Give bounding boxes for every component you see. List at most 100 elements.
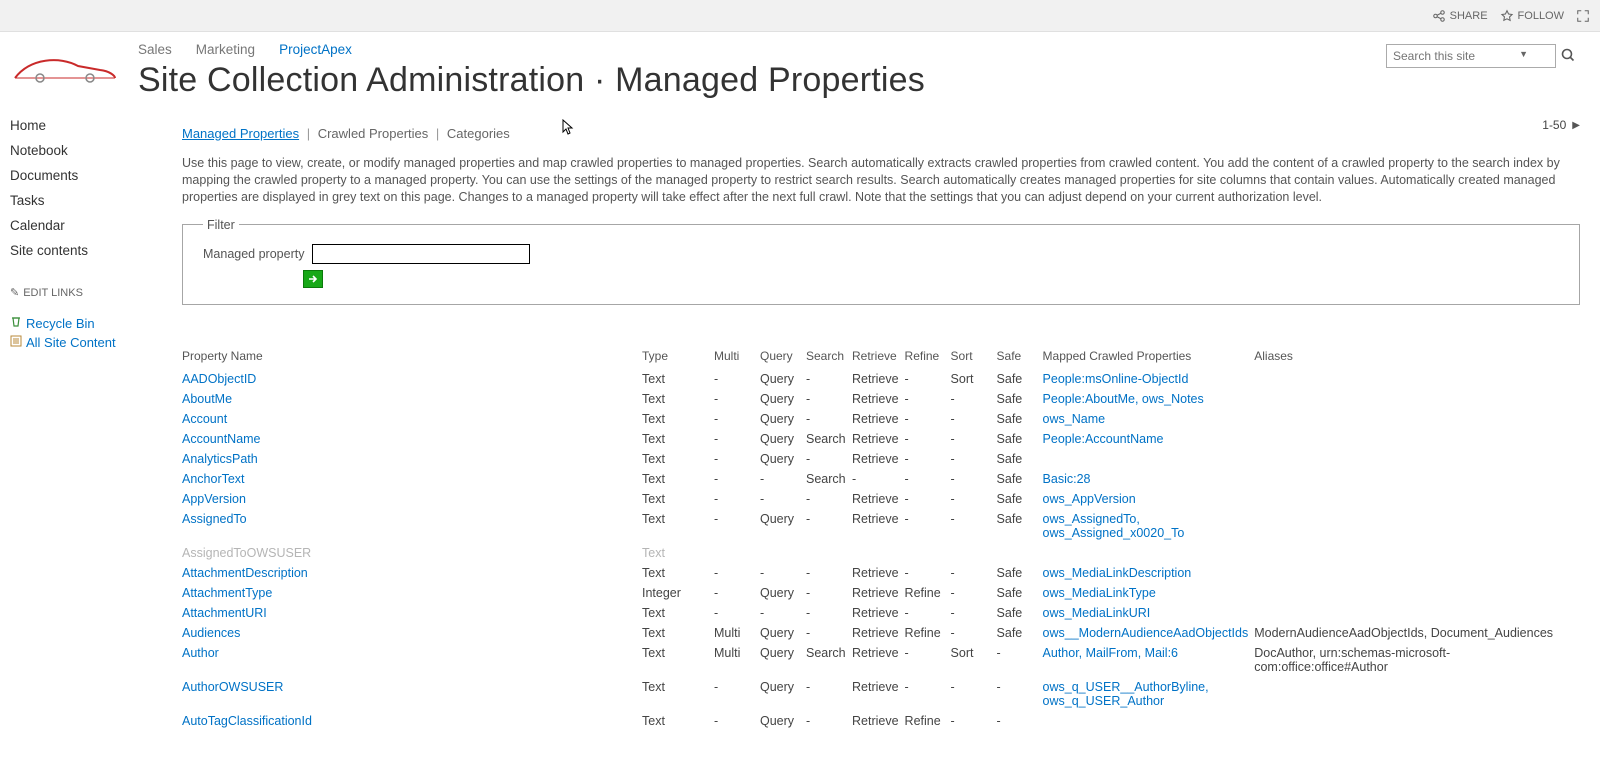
property-link[interactable]: AADObjectID (182, 372, 256, 386)
column-header[interactable]: Sort (951, 345, 997, 369)
column-header[interactable]: Retrieve (852, 345, 905, 369)
column-header[interactable]: Aliases (1254, 345, 1580, 369)
follow-action[interactable]: FOLLOW (1500, 9, 1564, 23)
search-input[interactable] (1386, 44, 1556, 68)
mapped-link[interactable]: ows_MediaLinkDescription (1043, 566, 1192, 580)
mapped-link[interactable]: ows_MediaLinkType (1043, 586, 1156, 600)
top-tab-projectapex[interactable]: ProjectApex (279, 42, 352, 57)
share-label: SHARE (1450, 10, 1488, 22)
mapped-link[interactable]: Basic:28 (1043, 472, 1091, 486)
table-row: AccountText-Query-Retrieve--Safeows_Name (182, 409, 1580, 429)
nav-item-site-contents[interactable]: Site contents (10, 238, 130, 263)
admin-links: Recycle Bin All Site Content (10, 314, 130, 352)
mapped-link[interactable]: ows_Name (1043, 412, 1106, 426)
property-link[interactable]: AboutMe (182, 392, 232, 406)
column-header[interactable]: Search (806, 345, 852, 369)
filter-go-button[interactable] (303, 270, 323, 288)
arrow-right-icon (307, 273, 319, 285)
table-row: AttachmentURIText---Retrieve--Safeows_Me… (182, 603, 1580, 623)
column-header[interactable]: Multi (714, 345, 760, 369)
top-tab-marketing[interactable]: Marketing (196, 42, 255, 57)
sub-tab-managed[interactable]: Managed Properties (182, 126, 299, 141)
admin-link-recycle-bin[interactable]: Recycle Bin (10, 316, 95, 331)
table-row: AuthorOWSUSERText-Query-Retrieve---ows_q… (182, 677, 1580, 711)
table-row: AnalyticsPathText-Query-Retrieve--Safe (182, 449, 1580, 469)
property-link[interactable]: AttachmentDescription (182, 566, 308, 580)
nav-item-documents[interactable]: Documents (10, 163, 130, 188)
filter-legend: Filter (203, 218, 239, 232)
fullscreen-icon (1576, 9, 1590, 23)
mapped-link[interactable]: ows_q_USER__AuthorByline, ows_q_USER_Aut… (1043, 680, 1209, 708)
column-header[interactable]: Query (760, 345, 806, 369)
table-row: AppVersionText---Retrieve--Safeows_AppVe… (182, 489, 1580, 509)
table-row: AssignedToText-Query-Retrieve--Safeows_A… (182, 509, 1580, 543)
pager-range: 1-50 (1542, 118, 1566, 132)
column-header[interactable]: Safe (997, 345, 1043, 369)
mapped-link[interactable]: ows_AppVersion (1043, 492, 1136, 506)
intro-text: Use this page to view, create, or modify… (182, 155, 1580, 206)
search-scope-dropdown[interactable]: ▼ (1519, 49, 1528, 59)
property-link[interactable]: AutoTagClassificationId (182, 714, 312, 728)
property-link[interactable]: AssignedToOWSUSER (182, 546, 311, 560)
nav-item-notebook[interactable]: Notebook (10, 138, 130, 163)
cursor-indicator (559, 119, 575, 142)
star-icon (1500, 9, 1514, 23)
property-link[interactable]: Author (182, 646, 219, 660)
sub-tab-categories[interactable]: Categories (447, 126, 510, 141)
nav-item-tasks[interactable]: Tasks (10, 188, 130, 213)
property-link[interactable]: AttachmentType (182, 586, 272, 600)
mapped-link[interactable]: People:AccountName (1043, 432, 1164, 446)
ribbon-bar: SHARE FOLLOW (0, 0, 1600, 32)
admin-link-all-site-content[interactable]: All Site Content (10, 335, 116, 350)
mapped-link[interactable]: People:msOnline-ObjectId (1043, 372, 1189, 386)
mapped-link[interactable]: ows_AssignedTo, ows_Assigned_x0020_To (1043, 512, 1185, 540)
recycle-icon (10, 316, 22, 331)
column-header[interactable]: Mapped Crawled Properties (1043, 345, 1255, 369)
table-row: AutoTagClassificationIdText-Query-Retrie… (182, 711, 1580, 731)
car-logo-icon (10, 48, 120, 88)
table-row: AADObjectIDText-Query-Retrieve-SortSafeP… (182, 369, 1580, 389)
list-icon (10, 335, 22, 350)
mapped-link[interactable]: People:AboutMe, ows_Notes (1043, 392, 1204, 406)
site-search: ▼ (1386, 44, 1576, 68)
pager-next[interactable]: ▶ (1572, 120, 1580, 131)
column-header[interactable]: Refine (905, 345, 951, 369)
site-logo[interactable] (10, 40, 120, 95)
search-go-button[interactable] (1560, 47, 1576, 66)
sub-tab-crawled[interactable]: Crawled Properties (318, 126, 429, 141)
property-link[interactable]: AssignedTo (182, 512, 247, 526)
filter-input[interactable] (312, 244, 530, 264)
nav-item-calendar[interactable]: Calendar (10, 213, 130, 238)
managed-properties-table: Property NameTypeMultiQuerySearchRetriev… (182, 345, 1580, 731)
mapped-link[interactable]: ows_MediaLinkURI (1043, 606, 1151, 620)
table-row: AuthorTextMultiQuerySearchRetrieve-Sort-… (182, 643, 1580, 677)
table-row: AccountNameText-QuerySearchRetrieve--Saf… (182, 429, 1580, 449)
table-row: AnchorTextText--Search---SafeBasic:28 (182, 469, 1580, 489)
property-link[interactable]: AnalyticsPath (182, 452, 258, 466)
schema-sub-tabs: Managed Properties | Crawled Properties … (182, 126, 513, 141)
mapped-link[interactable]: ows__ModernAudienceAadObjectIds (1043, 626, 1249, 640)
column-header[interactable]: Property Name (182, 345, 642, 369)
property-link[interactable]: AccountName (182, 432, 261, 446)
edit-links[interactable]: EDIT LINKS (10, 281, 130, 304)
table-row: AboutMeText-Query-Retrieve--SafePeople:A… (182, 389, 1580, 409)
nav-item-home[interactable]: Home (10, 113, 130, 138)
table-header-row: Property NameTypeMultiQuerySearchRetriev… (182, 345, 1580, 369)
pager: 1-50 ▶ (1542, 118, 1580, 132)
share-icon (1432, 9, 1446, 23)
property-link[interactable]: AppVersion (182, 492, 246, 506)
top-tab-sales[interactable]: Sales (138, 42, 172, 57)
table-row: AttachmentDescriptionText---Retrieve--Sa… (182, 563, 1580, 583)
share-action[interactable]: SHARE (1432, 9, 1488, 23)
property-link[interactable]: Account (182, 412, 227, 426)
table-row: AttachmentTypeInteger-Query-RetrieveRefi… (182, 583, 1580, 603)
column-header[interactable]: Type (642, 345, 714, 369)
table-row: AudiencesTextMultiQuery-RetrieveRefine-S… (182, 623, 1580, 643)
mapped-link[interactable]: Author, MailFrom, Mail:6 (1043, 646, 1178, 660)
property-link[interactable]: AuthorOWSUSER (182, 680, 283, 694)
filter-label: Managed property (203, 247, 304, 261)
property-link[interactable]: AttachmentURI (182, 606, 267, 620)
property-link[interactable]: Audiences (182, 626, 240, 640)
fullscreen-action[interactable] (1576, 9, 1590, 23)
property-link[interactable]: AnchorText (182, 472, 245, 486)
